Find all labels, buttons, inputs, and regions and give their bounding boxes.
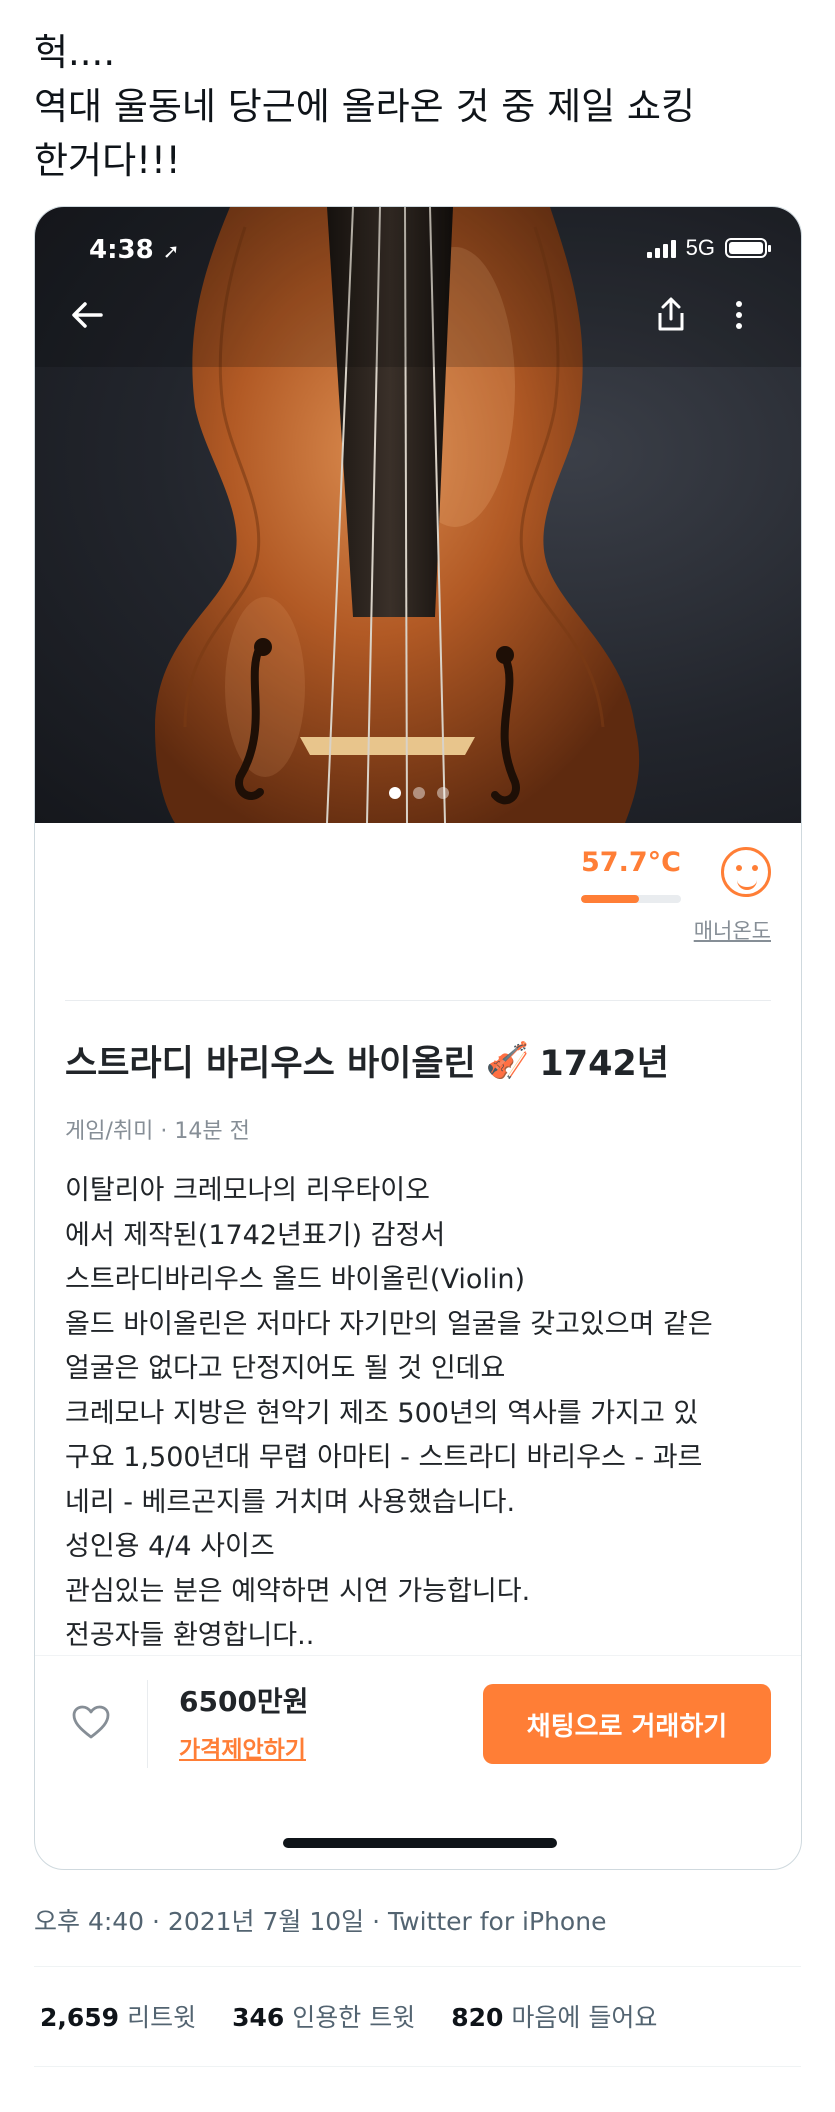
network-label: 5G (685, 235, 715, 260)
photo-pagination[interactable] (35, 787, 801, 799)
likes-stat[interactable]: 820 마음에 들어요 (451, 1998, 657, 2034)
temperature-bar-fill (581, 895, 639, 903)
screenshot-card: 4:38 ➚ 5G 57.7°C 매너온도 스트라디 바리우스 바이올린 🎻 1… (34, 206, 802, 1870)
divider (34, 1966, 801, 1967)
price-offer-link[interactable]: 가격제안하기 (179, 1730, 306, 1764)
more-options-button[interactable] (719, 287, 759, 343)
more-vertical-icon (736, 301, 742, 329)
divider (34, 2066, 801, 2067)
location-arrow-icon: ➚ (162, 239, 180, 263)
divider (65, 1000, 771, 1001)
price: 6500만원 (179, 1685, 309, 1718)
battery-icon (725, 238, 771, 258)
vertical-divider (147, 1680, 148, 1768)
product-photo[interactable]: 4:38 ➚ 5G (35, 207, 801, 823)
heart-outline-icon (72, 1705, 110, 1739)
pagination-dot[interactable] (413, 787, 425, 799)
tweet-text: 헉.... 역대 울동네 당근에 올라온 것 중 제일 쇼킹 한거다!!! (34, 31, 696, 182)
retweets-stat[interactable]: 2,659 리트윗 (40, 1998, 196, 2034)
like-button[interactable] (63, 1694, 119, 1750)
temperature-value: 57.7°C (581, 847, 681, 878)
listing-title: 스트라디 바리우스 바이올린 🎻 1742년 (65, 1035, 669, 1086)
signal-icon (646, 238, 676, 258)
manner-temperature[interactable]: 57.7°C 매너온도 (581, 847, 771, 967)
listing-title-year: 1742년 (539, 1044, 669, 1084)
pagination-dot[interactable] (389, 787, 401, 799)
tweet-timestamp[interactable]: 오후 4:40 · 2021년 7월 10일 · Twitter for iPh… (34, 1902, 606, 1938)
chat-trade-button[interactable]: 채팅으로 거래하기 (483, 1684, 771, 1764)
quotes-stat[interactable]: 346 인용한 트윗 (232, 1998, 415, 2034)
status-indicators: 5G (646, 235, 771, 261)
back-button[interactable] (59, 287, 115, 343)
listing-meta: 게임/취미 · 14분 전 (65, 1119, 250, 1144)
temperature-label[interactable]: 매너온도 (694, 915, 771, 945)
share-button[interactable] (643, 287, 699, 343)
violin-emoji-icon: 🎻 (485, 1041, 530, 1081)
temperature-bar (581, 895, 681, 903)
listing-description: 이탈리아 크레모나의 리우타이오 에서 제작된(1742년표기) 감정서 스트라… (65, 1175, 713, 1651)
bottom-action-bar: 6500만원 가격제안하기 채팅으로 거래하기 (35, 1655, 801, 1795)
listing-title-text: 스트라디 바리우스 바이올린 (65, 1044, 476, 1084)
share-icon (658, 297, 684, 331)
arrow-left-icon (72, 302, 103, 328)
home-indicator[interactable] (283, 1838, 557, 1848)
tweet-stats: 2,659 리트윗 346 인용한 트윗 820 마음에 들어요 (40, 1998, 657, 2034)
smiley-face-icon (721, 847, 771, 897)
pagination-dot[interactable] (437, 787, 449, 799)
status-time: 4:38 ➚ (89, 235, 180, 265)
